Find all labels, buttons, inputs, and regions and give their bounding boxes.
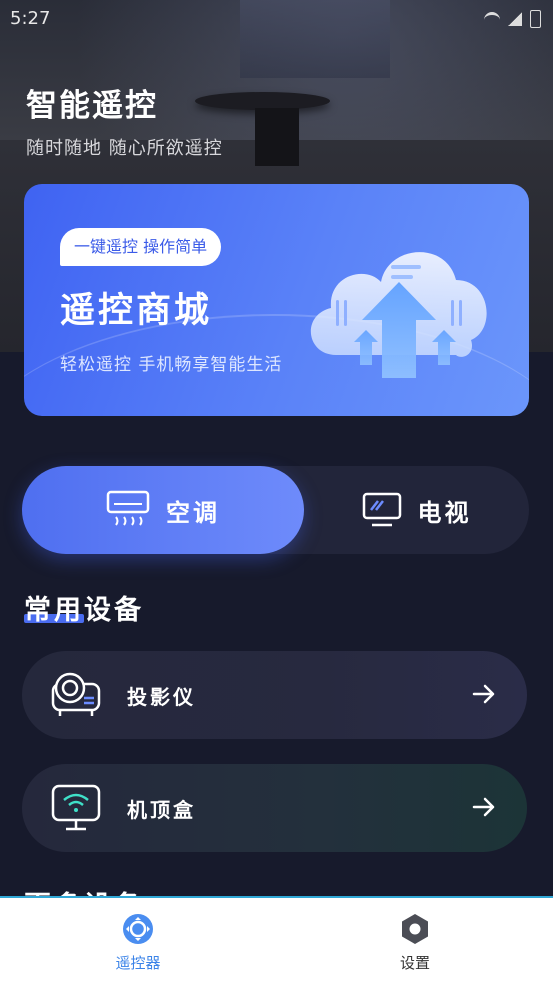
banner-description: 轻松遥控 手机畅享智能生活 (60, 355, 283, 375)
device-card-set-top-box[interactable]: 机顶盒 (22, 764, 527, 852)
tabbar-item-remote[interactable]: 遥控器 (78, 912, 198, 973)
remote-mall-banner[interactable]: 一键遥控 操作简单 遥控商城 轻松遥控 手机畅享智能生活 (24, 184, 529, 416)
arrow-right-icon (472, 684, 495, 704)
arrow-right-icon (472, 797, 495, 817)
wifi-icon (484, 11, 500, 27)
signal-icon (508, 12, 522, 26)
tabbar-item-settings[interactable]: 设置 (355, 912, 475, 973)
status-icons (484, 10, 541, 28)
hero-title: 智能遥控 (26, 88, 158, 124)
status-time: 5:27 (10, 8, 51, 29)
hero-subtitle: 随时随地 随心所欲遥控 (26, 138, 223, 159)
battery-icon (530, 10, 541, 28)
remote-icon (123, 914, 153, 944)
tv-icon (362, 492, 401, 527)
tab-air-conditioner[interactable]: 空调 (22, 466, 304, 554)
device-card-projector[interactable]: 投影仪 (22, 651, 527, 739)
tab-tv[interactable]: 电视 (304, 466, 529, 554)
device-label-set-top-box: 机顶盒 (127, 798, 196, 822)
tab-air-conditioner-label: 空调 (166, 498, 220, 527)
air-conditioner-icon (106, 490, 150, 526)
set-top-box-icon (51, 784, 101, 831)
tabbar-item-settings-label: 设置 (399, 954, 430, 972)
common-devices-title: 常用设备 (24, 595, 144, 626)
device-label-projector: 投影仪 (127, 685, 196, 709)
banner-title: 遥控商城 (60, 291, 213, 331)
status-bar: 5:27 (0, 0, 553, 38)
banner-tag: 一键遥控 操作简单 (60, 228, 222, 266)
settings-hexagon-icon (402, 914, 428, 944)
cloud-upload-icon (310, 252, 487, 378)
projector-icon (51, 672, 101, 716)
tabbar-item-remote-label: 遥控器 (115, 954, 161, 972)
bottom-tab-bar: 遥控器 设置 (0, 896, 553, 985)
device-type-switcher: 空调 电视 (22, 466, 529, 554)
tab-tv-label: 电视 (417, 498, 472, 527)
